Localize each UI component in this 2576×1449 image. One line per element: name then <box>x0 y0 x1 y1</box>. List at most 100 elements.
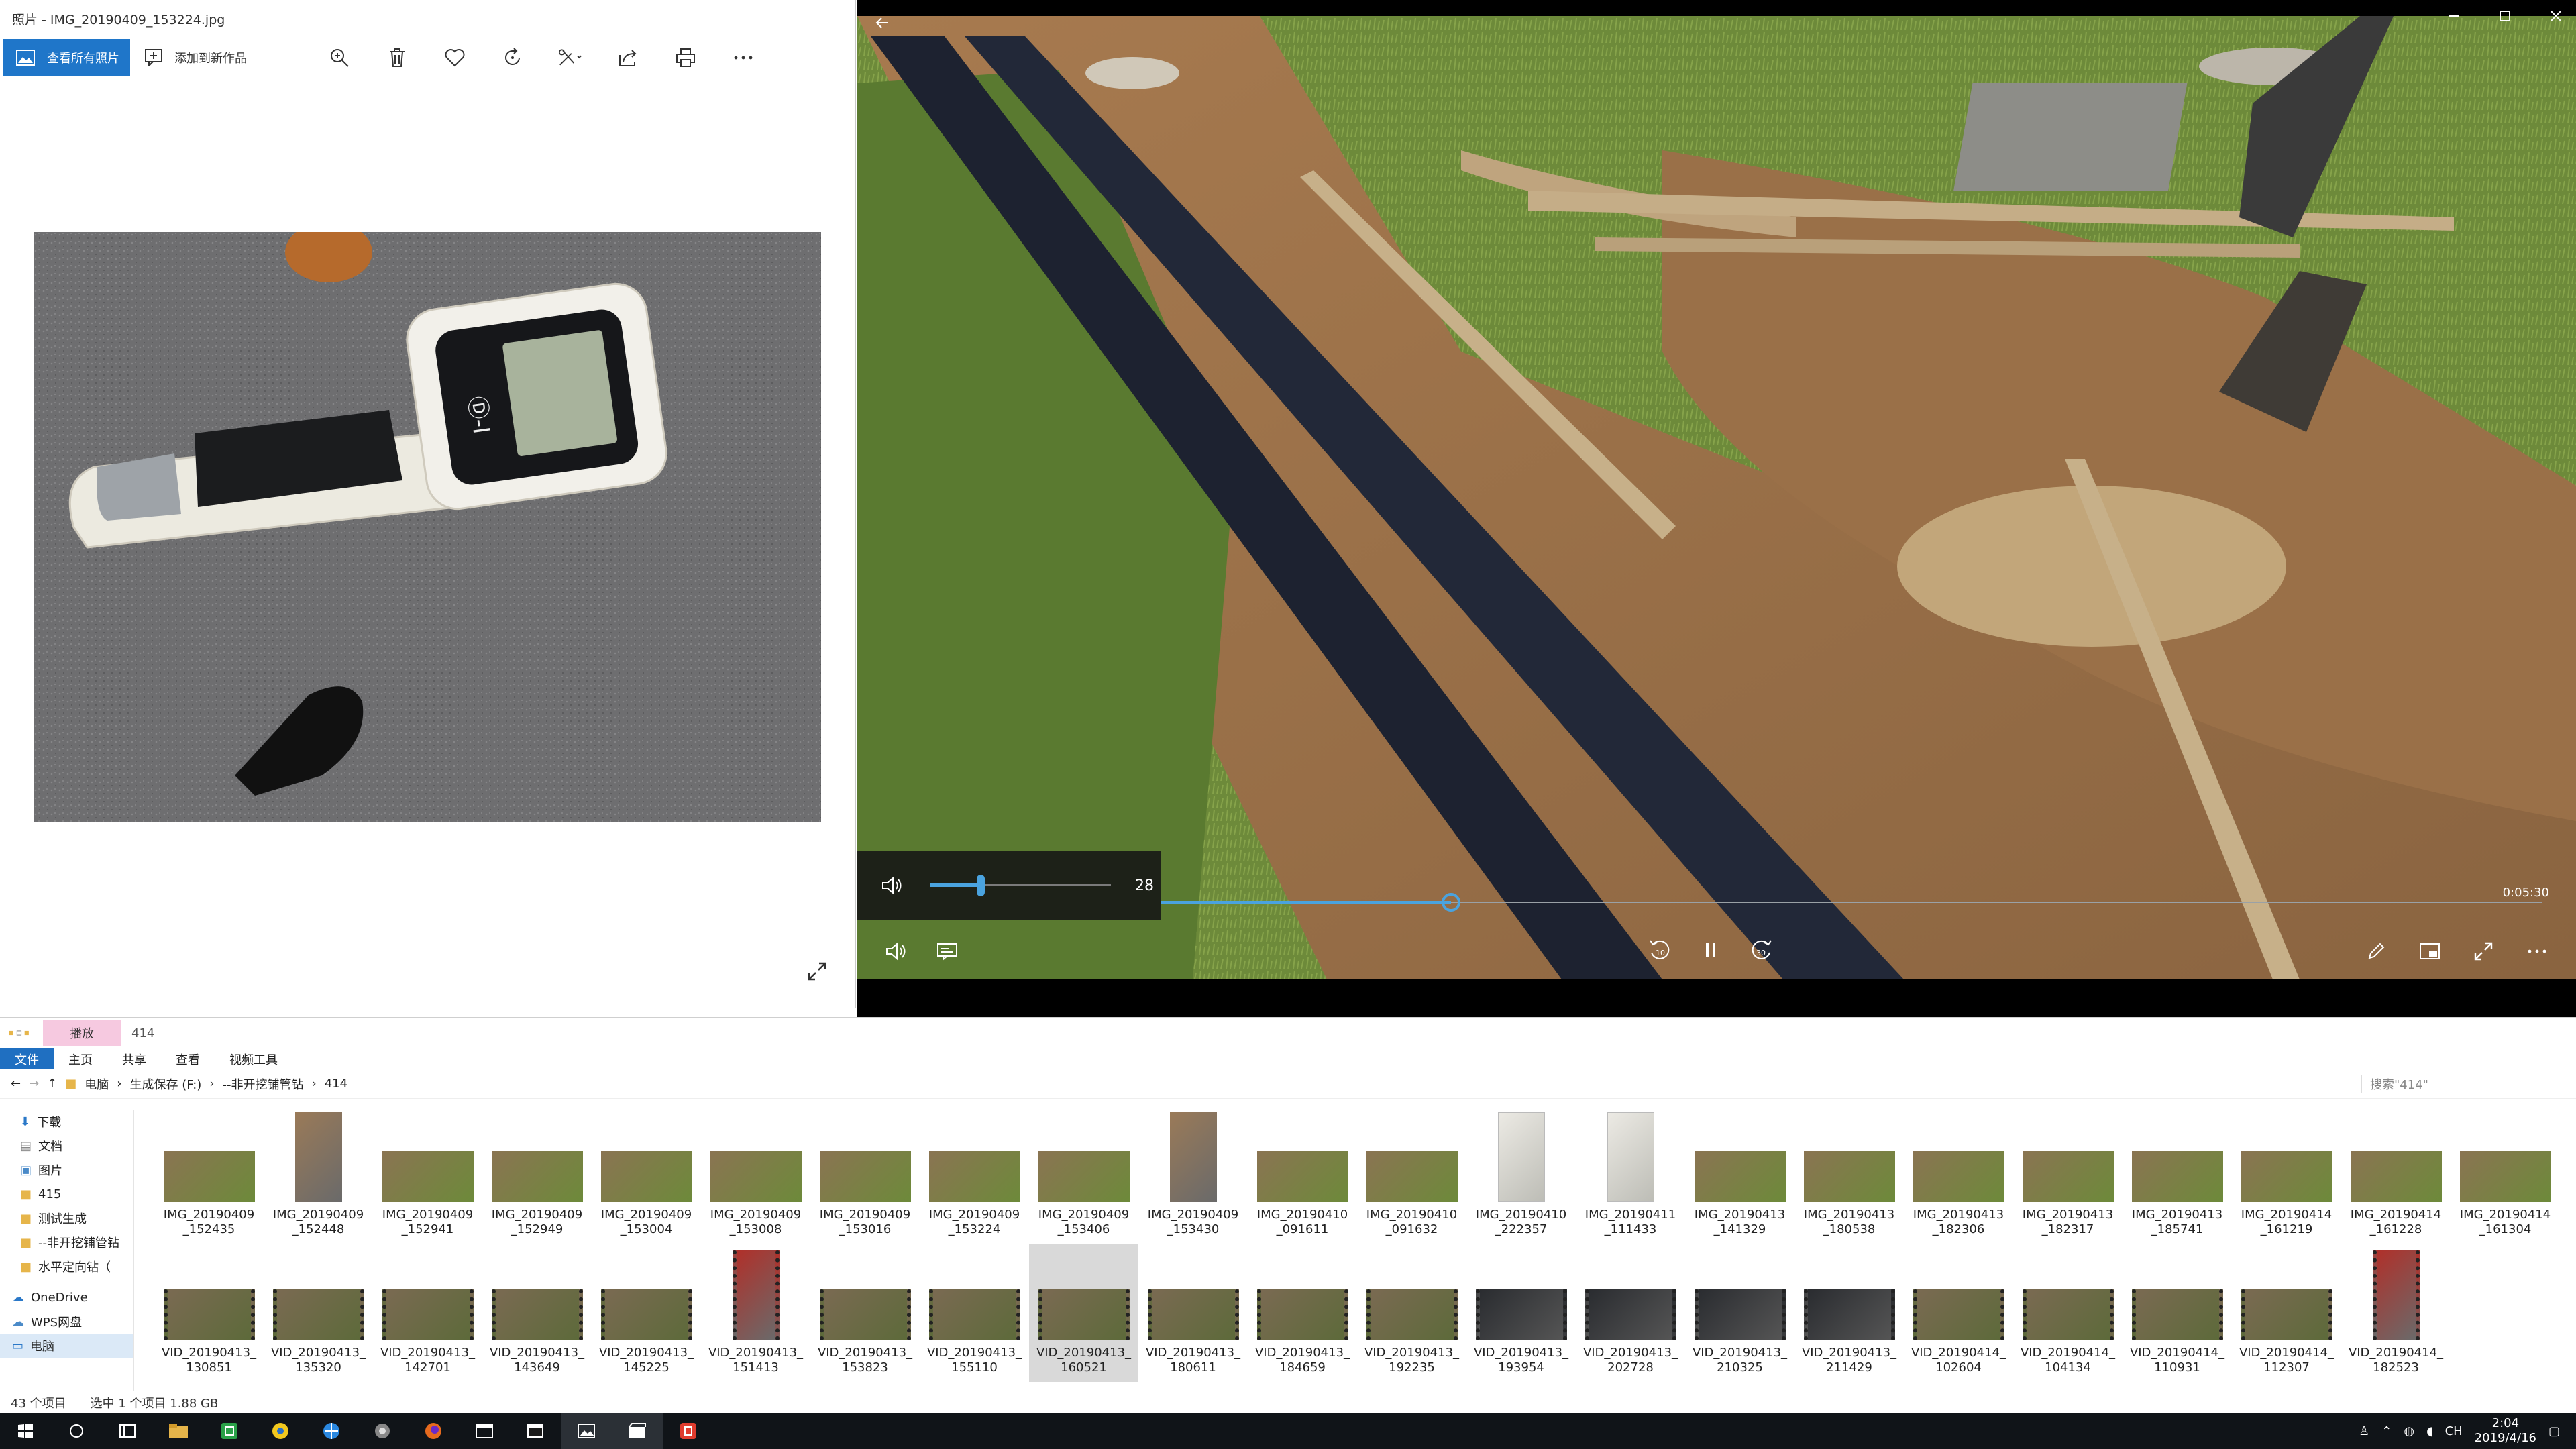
breadcrumb-current[interactable]: 414 <box>325 1077 347 1091</box>
file-item[interactable]: VID_20190414_ 112307 <box>2232 1244 2341 1382</box>
nav-item-415[interactable]: ■ 415 <box>0 1182 133 1206</box>
file-item[interactable]: VID_20190413_ 155110 <box>920 1244 1029 1382</box>
file-item[interactable]: VID_20190414_ 110931 <box>2123 1244 2232 1382</box>
back-arrow-icon[interactable] <box>871 11 895 35</box>
file-item[interactable]: IMG_20190411 _111433 <box>1576 1106 1685 1244</box>
file-item[interactable]: VID_20190413_ 135320 <box>264 1244 373 1382</box>
file-item[interactable]: IMG_20190410 _091632 <box>1357 1106 1466 1244</box>
file-item[interactable]: IMG_20190413 _182306 <box>1904 1106 2013 1244</box>
nav-item-this-pc[interactable]: ▭ 电脑 <box>0 1334 133 1358</box>
file-item[interactable]: VID_20190413_ 210325 <box>1685 1244 1794 1382</box>
file-item[interactable]: IMG_20190409 _153406 <box>1029 1106 1138 1244</box>
task-view-icon[interactable] <box>102 1413 153 1449</box>
file-item[interactable]: IMG_20190413 _180538 <box>1794 1106 1904 1244</box>
share-icon[interactable] <box>616 46 640 70</box>
clock[interactable]: 2:04 2019/4/16 <box>2475 1416 2536 1446</box>
red-app-icon[interactable] <box>663 1413 714 1449</box>
nav-item-test[interactable]: ■ 测试生成 <box>0 1206 133 1230</box>
file-item[interactable]: IMG_20190409 _153008 <box>701 1106 810 1244</box>
file-item[interactable]: IMG_20190413 _185741 <box>2123 1106 2232 1244</box>
skip-back-10-icon[interactable]: 10 <box>1648 938 1672 962</box>
pause-icon[interactable] <box>1699 938 1723 962</box>
firefox-icon[interactable] <box>408 1413 459 1449</box>
nav-item-downloads[interactable]: ⬇ 下载 <box>0 1110 133 1134</box>
file-item[interactable]: VID_20190413_ 142701 <box>373 1244 482 1382</box>
print-icon[interactable] <box>674 46 698 70</box>
breadcrumb-pc[interactable]: 电脑 <box>85 1075 109 1093</box>
nav-item-hdd[interactable]: ■ 水平定向钻（ <box>0 1254 133 1279</box>
movies-taskbar-icon[interactable] <box>612 1413 663 1449</box>
spreadsheet-app-icon[interactable] <box>204 1413 255 1449</box>
file-item[interactable]: IMG_20190413 _141329 <box>1685 1106 1794 1244</box>
subtitles-icon[interactable] <box>935 939 959 963</box>
search-icon[interactable] <box>51 1413 102 1449</box>
nav-item-drill-folder[interactable]: ■ --非开挖铺管钻 <box>0 1230 133 1254</box>
close-icon[interactable] <box>2549 9 2563 26</box>
file-item[interactable]: IMG_20190410 _091611 <box>1248 1106 1357 1244</box>
ribbon-tab-view[interactable]: 查看 <box>161 1048 215 1069</box>
file-item[interactable]: IMG_20190410 _222357 <box>1466 1106 1576 1244</box>
network-icon[interactable]: ◍ <box>2404 1424 2414 1438</box>
nav-item-onedrive[interactable]: ☁ OneDrive <box>0 1285 133 1309</box>
file-item[interactable]: VID_20190413_ 143649 <box>482 1244 592 1382</box>
nav-item-documents[interactable]: ▤ 文档 <box>0 1134 133 1158</box>
file-item[interactable]: IMG_20190409 _152949 <box>482 1106 592 1244</box>
file-item[interactable]: IMG_20190414 _161228 <box>2341 1106 2451 1244</box>
minimize-icon[interactable] <box>2447 9 2461 26</box>
skip-forward-30-icon[interactable]: 30 <box>1750 938 1774 962</box>
app-icon[interactable] <box>357 1413 408 1449</box>
globe-browser-icon[interactable] <box>306 1413 357 1449</box>
quick-access-toolbar-icon[interactable] <box>8 1021 32 1045</box>
file-item[interactable]: VID_20190413_ 180611 <box>1138 1244 1248 1382</box>
tray-expand-icon[interactable]: ⌃ <box>2381 1424 2392 1438</box>
context-tab-play[interactable]: 播放 <box>43 1020 121 1046</box>
file-item[interactable]: VID_20190414_ 104134 <box>2013 1244 2123 1382</box>
volume-tray-icon[interactable]: ◖ <box>2426 1424 2432 1438</box>
delete-icon[interactable] <box>385 46 409 70</box>
view-all-photos-button[interactable]: 查看所有照片 <box>3 39 130 76</box>
start-button[interactable] <box>0 1413 51 1449</box>
file-item[interactable]: IMG_20190414 _161219 <box>2232 1106 2341 1244</box>
file-item[interactable]: IMG_20190409 _152435 <box>154 1106 264 1244</box>
file-item[interactable]: IMG_20190409 _153016 <box>810 1106 920 1244</box>
file-item[interactable]: VID_20190413_ 153823 <box>810 1244 920 1382</box>
maximize-icon[interactable] <box>2498 9 2512 26</box>
file-item[interactable]: VID_20190413_ 130851 <box>154 1244 264 1382</box>
ribbon-tab-file[interactable]: 文件 <box>0 1048 54 1069</box>
pen-edit-icon[interactable] <box>2364 939 2388 963</box>
file-item[interactable]: VID_20190413_ 192235 <box>1357 1244 1466 1382</box>
favorite-heart-icon[interactable] <box>443 46 467 70</box>
file-item[interactable]: VID_20190413_ 202728 <box>1576 1244 1685 1382</box>
ribbon-tab-home[interactable]: 主页 <box>54 1048 107 1069</box>
ribbon-tab-video-tools[interactable]: 视频工具 <box>215 1048 292 1069</box>
file-explorer-taskbar-icon[interactable] <box>153 1413 204 1449</box>
forward-icon[interactable]: → <box>29 1077 39 1091</box>
notification-icon[interactable]: ▢ <box>2548 1424 2560 1438</box>
breadcrumb-folder[interactable]: --非开挖铺管钻 <box>223 1075 304 1093</box>
rotate-icon[interactable] <box>500 46 525 70</box>
nav-item-pictures[interactable]: ▣ 图片 <box>0 1158 133 1182</box>
search-input[interactable]: 搜索"414" <box>2361 1075 2549 1093</box>
file-item[interactable]: VID_20190413_ 184659 <box>1248 1244 1357 1382</box>
file-item[interactable]: VID_20190413_ 145225 <box>592 1244 701 1382</box>
file-item[interactable]: IMG_20190409 _153430 <box>1138 1106 1248 1244</box>
file-item[interactable]: VID_20190413_ 160521 <box>1029 1244 1138 1382</box>
mini-view-icon[interactable] <box>2418 939 2442 963</box>
expand-icon[interactable] <box>805 959 829 983</box>
ime-indicator[interactable]: CH <box>2445 1424 2463 1438</box>
photos-taskbar-icon[interactable] <box>561 1413 612 1449</box>
up-icon[interactable]: ↑ <box>47 1077 57 1091</box>
ribbon-tab-share[interactable]: 共享 <box>107 1048 161 1069</box>
breadcrumb-drive[interactable]: 生成保存 (F:) <box>130 1075 202 1093</box>
file-item[interactable]: VID_20190414_ 182523 <box>2341 1244 2451 1382</box>
add-to-creation-button[interactable]: 添加到新作品 <box>142 46 247 70</box>
file-item[interactable]: IMG_20190409 _152941 <box>373 1106 482 1244</box>
volume-icon[interactable] <box>884 939 908 963</box>
edit-create-icon[interactable] <box>558 46 582 70</box>
video-more-icon[interactable] <box>2525 939 2549 963</box>
nav-item-wps[interactable]: ☁ WPS网盘 <box>0 1309 133 1334</box>
file-item[interactable]: IMG_20190414 _161304 <box>2451 1106 2560 1244</box>
file-item[interactable]: VID_20190413_ 211429 <box>1794 1244 1904 1382</box>
file-item[interactable]: VID_20190413_ 193954 <box>1466 1244 1576 1382</box>
file-item[interactable]: IMG_20190409 _152448 <box>264 1106 373 1244</box>
